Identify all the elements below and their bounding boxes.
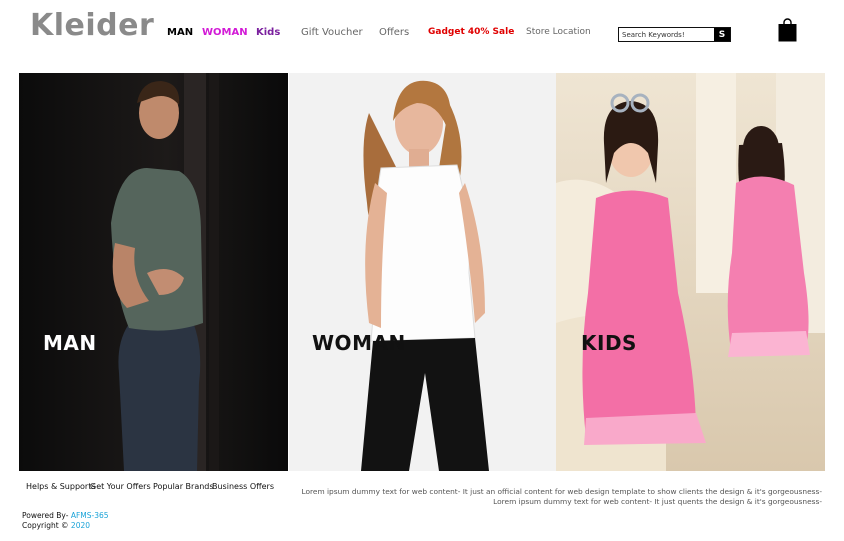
nav-gift-voucher[interactable]: Gift Voucher <box>301 27 363 41</box>
category-label-man: MAN <box>43 331 97 355</box>
nav-woman[interactable]: WOMAN <box>202 27 248 41</box>
search-input[interactable] <box>619 28 714 41</box>
woman-photo <box>289 73 556 471</box>
search-button[interactable]: S <box>714 28 730 41</box>
footer-link-popular-brands[interactable]: Popular Brands <box>153 482 214 491</box>
shopping-bag-icon[interactable] <box>778 18 797 42</box>
nav-gadget-sale[interactable]: Gadget 40% Sale <box>428 27 514 41</box>
nav-offers[interactable]: Offers <box>379 27 409 41</box>
category-woman-banner[interactable]: WOMAN <box>289 73 556 471</box>
site-logo[interactable]: Kleider <box>30 8 154 43</box>
footer-description-line-2: Lorem ipsum dummy text for web content- … <box>493 497 822 506</box>
footer-link-helps-supports[interactable]: Helps & Supports <box>26 482 96 491</box>
copyright: Copyright © 2020 <box>22 521 90 530</box>
footer-link-business-offers[interactable]: Business Offers <box>212 482 274 491</box>
category-man-banner[interactable]: MAN <box>19 73 288 471</box>
copyright-year: 2020 <box>70 521 91 530</box>
man-photo <box>19 73 288 471</box>
nav-man[interactable]: MAN <box>167 27 193 41</box>
powered-by-link[interactable]: AFMS-365 <box>71 511 109 520</box>
nav-kids[interactable]: Kids <box>256 27 280 41</box>
category-label-kids: KIDS <box>581 331 637 355</box>
copyright-label: Copyright © <box>22 521 69 530</box>
kids-photo <box>556 73 825 471</box>
powered-by-label: Powered By- <box>22 511 69 520</box>
footer-description-line-1: Lorem ipsum dummy text for web content- … <box>301 487 822 496</box>
category-label-woman: WOMAN <box>312 331 406 355</box>
powered-by: Powered By- AFMS-365 <box>22 511 109 520</box>
footer-link-get-offers[interactable]: Get Your Offers <box>90 482 151 491</box>
nav-store-location[interactable]: Store Location <box>526 27 591 41</box>
category-kids-banner[interactable]: KIDS <box>556 73 825 471</box>
search-box: S <box>618 27 731 42</box>
